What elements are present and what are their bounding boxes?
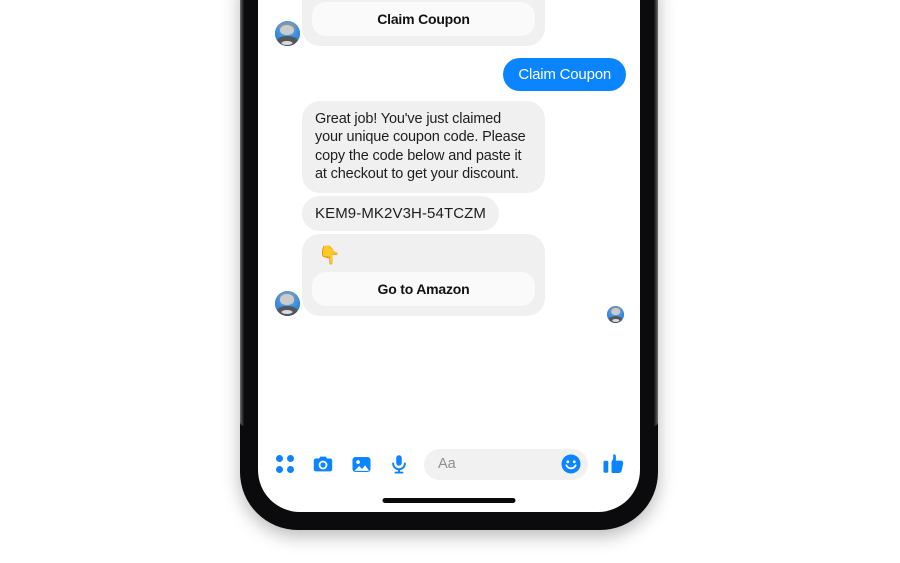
bot-avatar [274, 290, 300, 316]
conversation-thread: Welcome David 👋 You just requested a 20%… [258, 0, 640, 450]
camera-icon[interactable] [310, 451, 336, 477]
bot-message-bubble: Great job! You've just claimed your uniq… [302, 101, 545, 193]
avatar-slot [272, 21, 302, 46]
claim-coupon-card-button[interactable]: Claim Coupon [312, 2, 535, 36]
phone-screen: Welcome David 👋 You just requested a 20%… [258, 0, 640, 512]
message-input[interactable] [438, 456, 560, 472]
welcome-card-bubble: Welcome David 👋 You just requested a 20%… [302, 0, 545, 46]
message-row-user-reply: Claim Coupon [272, 58, 626, 91]
home-indicator [382, 498, 516, 503]
message-input-pill[interactable] [424, 448, 588, 480]
bot-avatar [274, 21, 300, 46]
image-icon[interactable] [348, 451, 374, 477]
microphone-icon[interactable] [386, 451, 412, 477]
go-to-amazon-button[interactable]: Go to Amazon [312, 271, 535, 306]
grid-dots-glyph [276, 455, 294, 473]
message-row-welcome-card: Welcome David 👋 You just requested a 20%… [272, 0, 626, 46]
coupon-code-bubble[interactable]: KEM9-MK2V3H-54TCZM [302, 195, 499, 231]
avatar-slot-bot-group [272, 290, 302, 316]
thumbs-up-icon[interactable] [600, 451, 626, 477]
message-row-bot-group: Great job! You've just claimed your uniq… [272, 101, 626, 316]
bot-message-stack: Great job! You've just claimed your uniq… [302, 101, 545, 316]
smiley-icon[interactable] [560, 453, 582, 475]
grid-dots-icon[interactable] [272, 451, 298, 477]
message-composer-bar [258, 442, 640, 486]
phone-device-frame: Welcome David 👋 You just requested a 20%… [240, 0, 658, 530]
down-pointing-hand-icon: 👇 [318, 244, 341, 265]
seen-avatar [607, 305, 624, 323]
user-message-bubble: Claim Coupon [503, 58, 626, 91]
amazon-card-bubble: 👇 Go to Amazon [302, 233, 545, 316]
